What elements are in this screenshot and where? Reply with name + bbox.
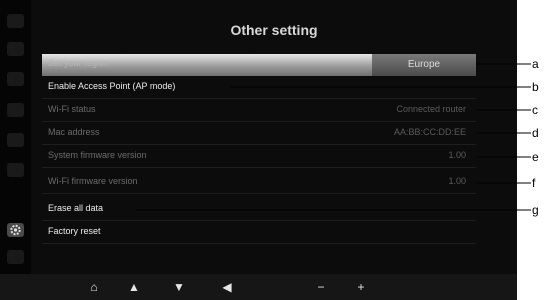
callout-label: e (532, 150, 539, 164)
callout-label: d (532, 126, 539, 140)
callout-lines (136, 63, 531, 211)
callout-label: b (532, 80, 539, 94)
callout-label: f (532, 176, 536, 190)
callout-label: g (532, 203, 539, 217)
callout-label: a (532, 57, 539, 71)
callout-label: c (532, 103, 538, 117)
